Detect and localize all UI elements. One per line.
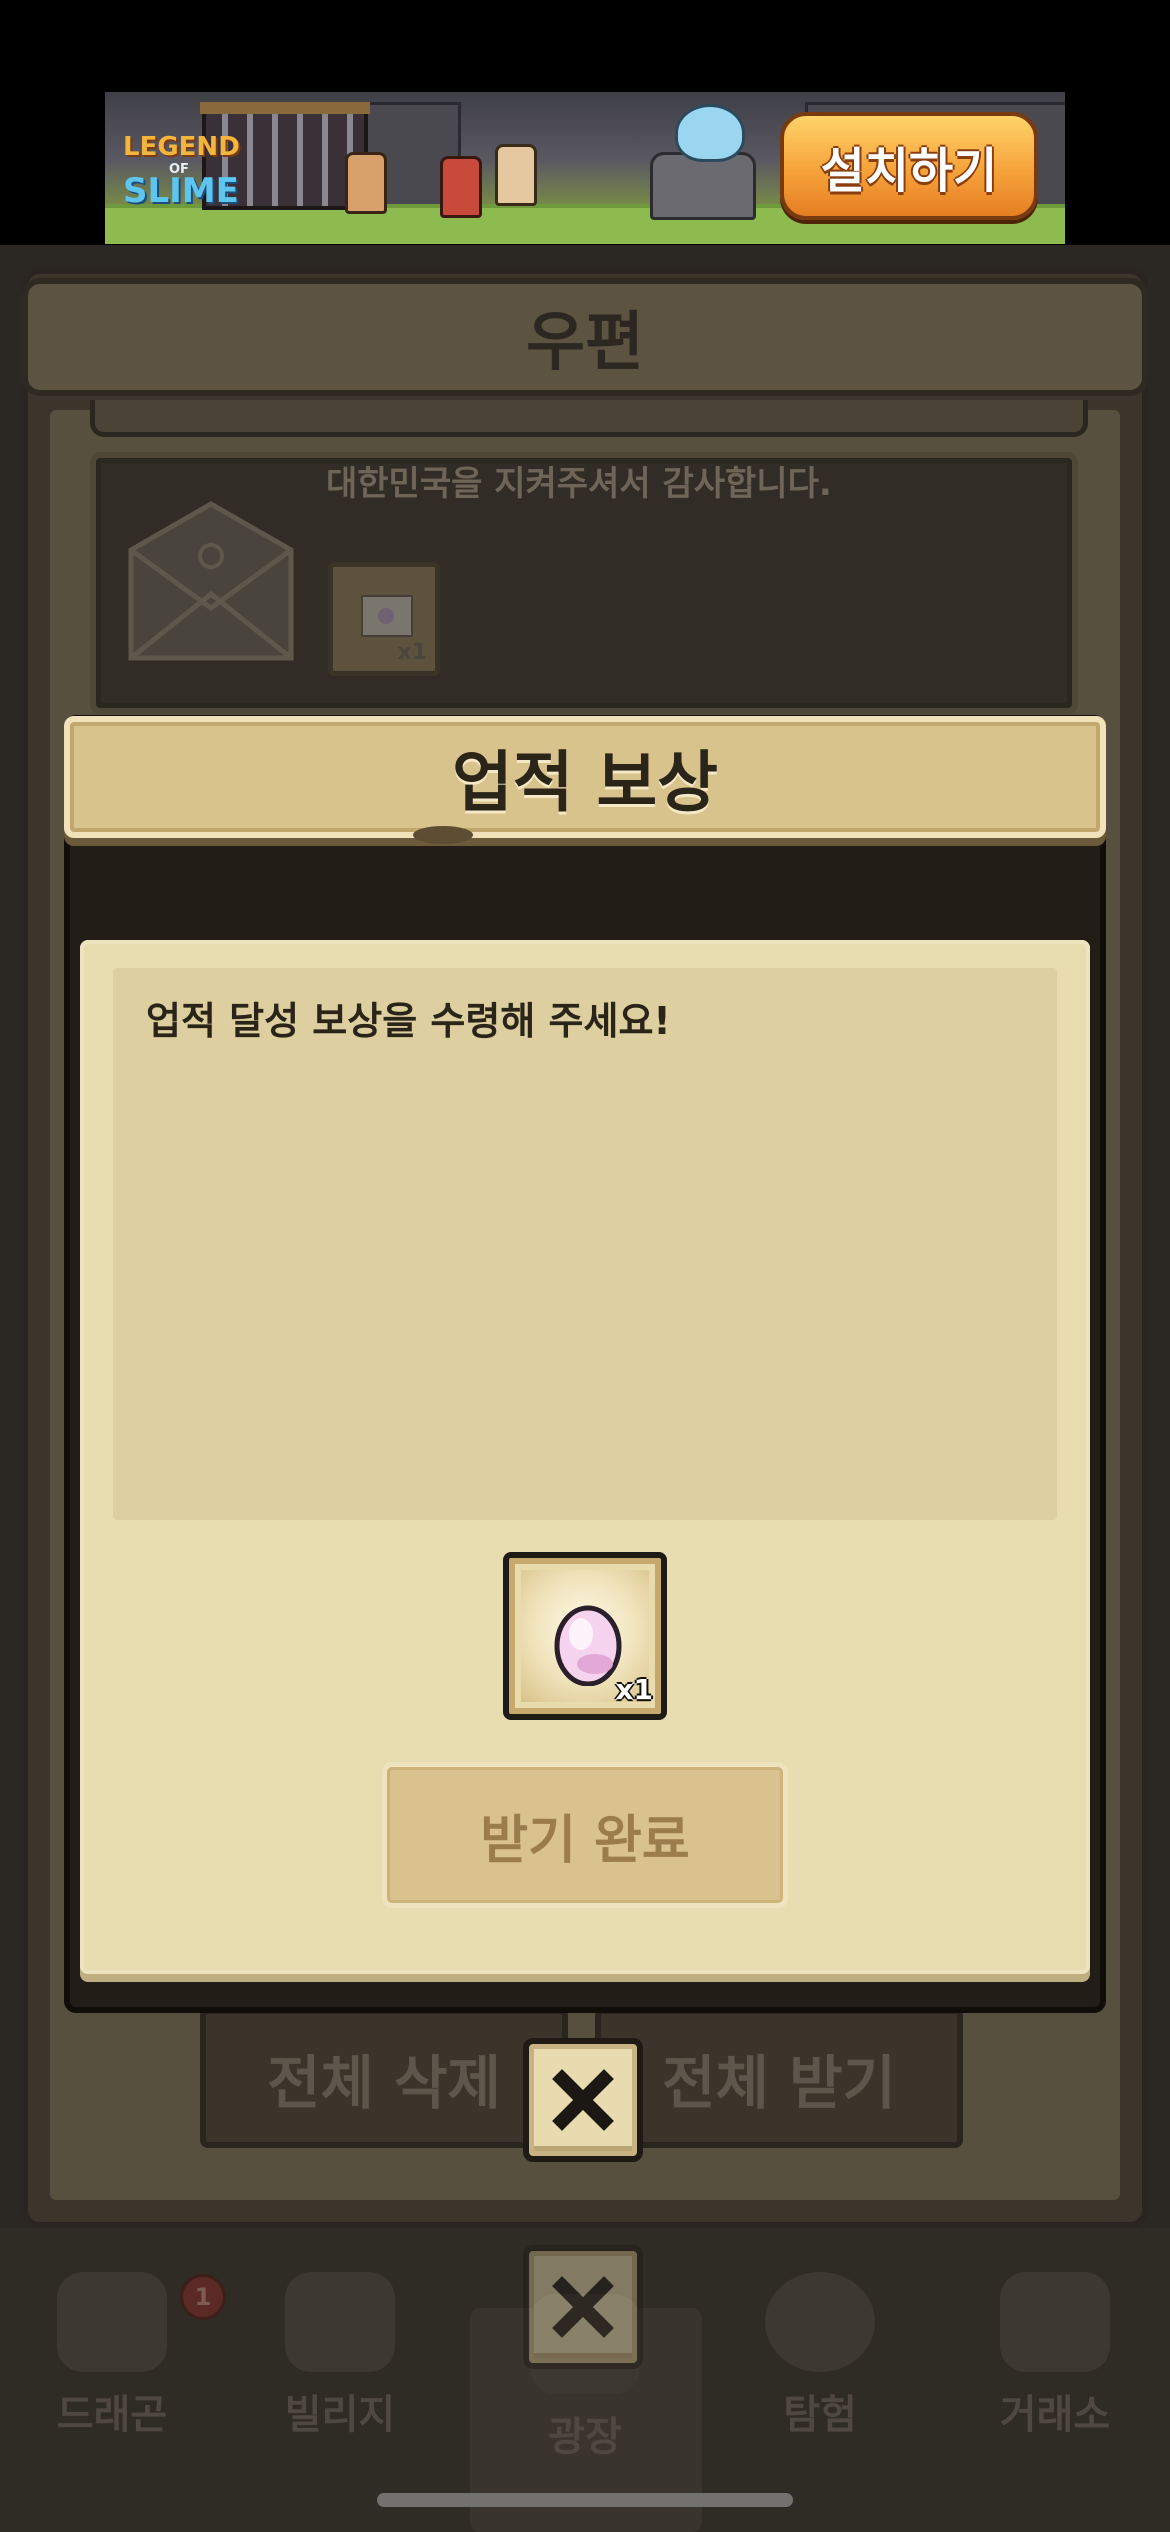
nav-item-label: 거래소 [999,2392,1111,2438]
reward-item-slot[interactable]: x1 [503,1552,667,1720]
ad-hero-icon [495,144,537,206]
ad-hero-icon [345,152,387,214]
mail-item-reward-slot: x1 [328,562,440,676]
claimed-button[interactable]: 받기 완료 [382,1762,788,1908]
header-notch [413,826,473,844]
village-icon [285,2272,395,2372]
ad-slime-icon [675,104,745,162]
compass-icon [765,2272,875,2372]
mail-close-button[interactable] [523,2245,643,2369]
dragon-icon [57,2272,167,2372]
korean-flag-icon [361,595,413,637]
mail-item-reward-qty: x1 [397,640,428,665]
envelope-icon [125,498,297,666]
nav-item-explore[interactable]: 탐험 [720,2240,920,2440]
receive-all-button[interactable]: 전체 받기 [595,2008,963,2148]
reward-message-box [113,968,1057,1520]
delete-all-button[interactable]: 전체 삭제 [200,2008,568,2148]
ad-hero-icon [440,156,482,218]
reward-item-qty: x1 [615,1673,653,1706]
nav-item-label: 광장 [548,2414,622,2460]
ad-rock-icon [650,152,756,220]
nav-item-dragon[interactable]: 드래곤 [12,2240,212,2440]
ad-install-button[interactable]: 설치하기 [780,112,1038,220]
home-indicator[interactable] [377,2493,793,2507]
mail-list-item-partial [90,400,1088,437]
close-icon [552,2276,614,2338]
notification-badge: 1 [180,2274,226,2320]
nav-item-village[interactable]: 빌리지 [240,2240,440,2440]
mail-title: 우편 [22,278,1148,396]
nav-item-exchange[interactable]: 거래소 [955,2240,1155,2440]
nav-item-label: 빌리지 [284,2392,396,2438]
nav-item-label: 탐험 [783,2392,857,2438]
reward-modal-title: 업적 보상 [64,716,1106,838]
mail-item-message: 대한민국을 지켜주셔서 감사합니다. [326,464,832,504]
ad-banner[interactable]: LEGEND OF SLIME 설치하기 [105,92,1065,244]
close-button[interactable] [523,2038,643,2162]
close-icon [552,2069,614,2131]
pink-egg-icon [554,1605,622,1686]
nav-item-label: 드래곤 [56,2392,168,2438]
merchant-icon [1000,2272,1110,2372]
ad-game-logo: LEGEND OF SLIME [123,132,240,211]
reward-message: 업적 달성 보상을 수령해 주세요! [146,999,671,1043]
